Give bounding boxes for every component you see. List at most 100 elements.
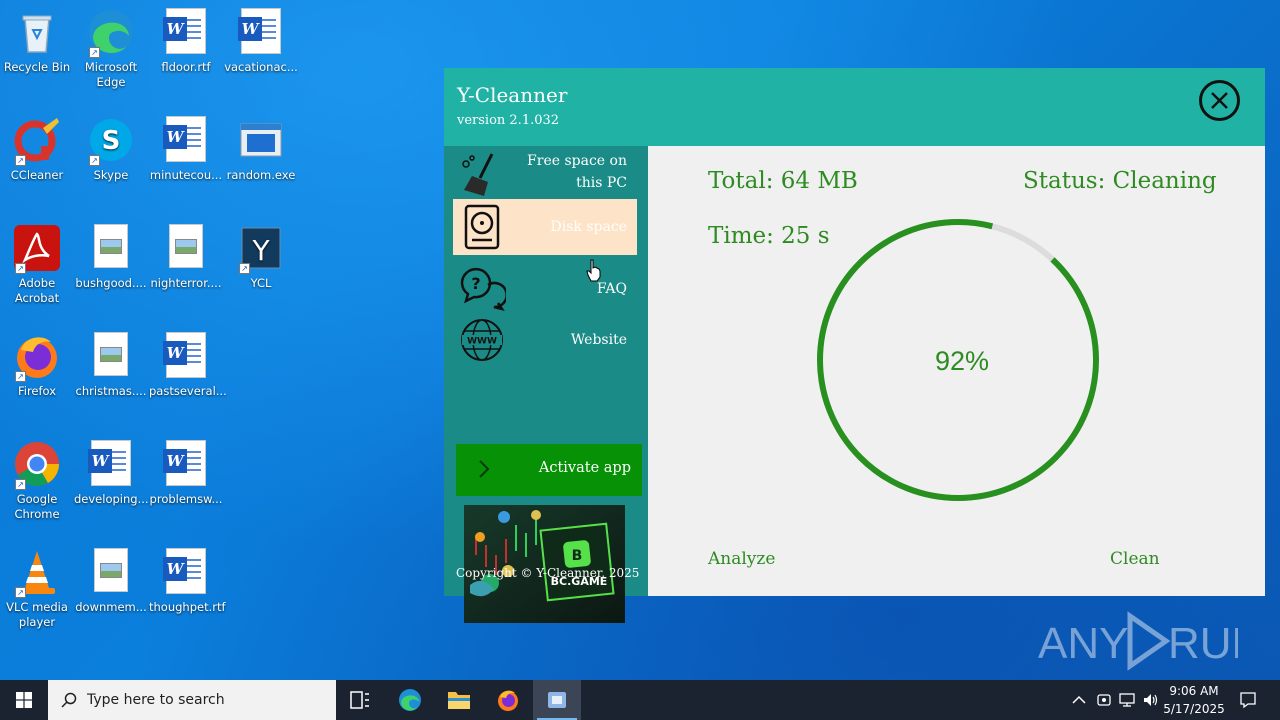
desktop-icon-recycle-bin[interactable]: Recycle Bin <box>0 8 74 75</box>
progress-percent: 92% <box>935 346 990 376</box>
task-view-button[interactable] <box>336 680 384 720</box>
svg-text:B: B <box>572 548 583 564</box>
y-cleanner-window: Y-Cleanner version 2.1.032 Free space on… <box>444 68 1265 623</box>
svg-text:ANY: ANY <box>1038 619 1128 668</box>
desktop-icon-minutecou[interactable]: W minutecou... <box>149 116 223 183</box>
desktop-icon-adobe-acrobat[interactable]: ↗ Adobe Acrobat <box>0 224 74 306</box>
word-document-icon: W <box>237 8 285 56</box>
desktop-icon-google-chrome[interactable]: ↗ Google Chrome <box>0 440 74 522</box>
desktop-icon-skype[interactable]: S ↗ Skype <box>74 116 148 183</box>
sidebar-item-label: Website <box>570 332 627 348</box>
folder-icon <box>448 692 470 709</box>
clock-date[interactable]: 5/17/2025 <box>1162 702 1226 716</box>
desktop-icon-microsoft-edge[interactable]: ↗ Microsoft Edge <box>74 8 148 90</box>
taskbar-firefox-button[interactable] <box>484 680 532 720</box>
chrome-icon: ↗ <box>13 440 61 490</box>
question-bubbles-icon: ? <box>458 263 508 311</box>
taskbar-search-box[interactable]: Type here to search <box>48 680 336 720</box>
app-window-icon <box>548 692 566 708</box>
word-document-icon: W <box>162 548 210 596</box>
sidebar-item-website[interactable]: WWW Website <box>453 312 637 368</box>
desktop-icon-label: CCleaner <box>10 168 64 182</box>
vlc-cone-icon: ↗ <box>13 548 61 598</box>
desktop-icon-downmem[interactable]: downmem... <box>74 548 148 615</box>
desktop-icon-label: YCL <box>250 276 272 290</box>
image-file-icon <box>87 332 135 380</box>
total-size-label: Total: 64 MB <box>708 168 858 194</box>
clean-button[interactable]: Clean <box>1110 549 1160 569</box>
status-label: Status: Cleaning <box>1023 168 1217 194</box>
notifications-icon[interactable] <box>1239 691 1257 709</box>
desktop-icon-label: minutecou... <box>149 168 223 182</box>
shortcut-arrow-icon: ↗ <box>89 155 100 166</box>
word-document-icon: W <box>162 332 210 380</box>
task-view-icon <box>350 691 369 709</box>
chevron-up-icon[interactable] <box>1072 694 1086 706</box>
firefox-icon: ↗ <box>13 332 61 382</box>
recycle-bin-icon <box>13 8 61 56</box>
shortcut-arrow-icon: ↗ <box>239 263 250 274</box>
shortcut-arrow-icon: ↗ <box>15 263 26 274</box>
activate-app-button[interactable]: Activate app <box>456 444 642 496</box>
word-document-icon: W <box>162 116 210 164</box>
network-icon[interactable] <box>1118 692 1136 708</box>
volume-icon[interactable] <box>1142 692 1160 708</box>
app-header: Y-Cleanner version 2.1.032 <box>444 68 1265 146</box>
close-icon <box>1211 92 1228 109</box>
svg-text:RUN: RUN <box>1168 619 1238 668</box>
sidebar-item-disk-space[interactable]: Disk space <box>453 199 637 255</box>
close-button[interactable] <box>1199 80 1240 121</box>
word-document-icon: W <box>162 8 210 56</box>
svg-text:?: ? <box>471 274 480 293</box>
app-title: Y-Cleanner <box>457 83 568 107</box>
desktop-icon-random-exe[interactable]: random.exe <box>224 116 298 183</box>
skype-icon: S ↗ <box>87 116 135 166</box>
acrobat-icon: ↗ <box>13 224 61 274</box>
desktop-icon-label: problemsw... <box>149 492 223 506</box>
edge-icon: ↗ <box>87 8 135 58</box>
desktop-icon-label: fldoor.rtf <box>161 60 211 74</box>
bc-game-ad-banner[interactable]: B BC.GAME <box>464 505 625 623</box>
taskbar: Type here to search 9:06 AM 5/17/2025 <box>0 680 1280 720</box>
desktop-icon-bushgood[interactable]: bushgood.... <box>74 224 148 291</box>
sidebar-item-label: Disk space <box>550 219 627 235</box>
executable-window-icon <box>237 116 285 164</box>
word-document-icon: W <box>162 440 210 488</box>
sidebar: Free space on this PC Disk space ? FAQ W… <box>444 146 648 623</box>
desktop-icon-label: thoughpet.rtf <box>149 600 226 614</box>
meet-now-icon[interactable] <box>1096 692 1112 708</box>
desktop-icon-thoughpet[interactable]: W thoughpet.rtf <box>149 548 226 615</box>
start-button[interactable] <box>0 680 48 720</box>
desktop-icon-pastseveral[interactable]: W pastseveral... <box>149 332 227 399</box>
shortcut-arrow-icon: ↗ <box>15 587 26 598</box>
desktop-icon-vlc[interactable]: ↗ VLC media player <box>0 548 74 630</box>
taskbar-y-cleanner-button[interactable] <box>533 680 581 720</box>
desktop-icon-problemsw[interactable]: W problemsw... <box>149 440 223 507</box>
svg-text:Y: Y <box>251 234 270 267</box>
analyze-button[interactable]: Analyze <box>708 549 775 569</box>
desktop-icon-firefox[interactable]: ↗ Firefox <box>0 332 74 399</box>
desktop-icon-nighterror[interactable]: nighterror.... <box>149 224 223 291</box>
taskbar-file-explorer-button[interactable] <box>435 680 483 720</box>
desktop-icon-christmas[interactable]: christmas.... <box>74 332 148 399</box>
desktop-icon-label: bushgood.... <box>75 276 147 290</box>
desktop-icon-ycl[interactable]: Y ↗ YCL <box>224 224 298 291</box>
desktop-icon-fldoor[interactable]: W fldoor.rtf <box>149 8 223 75</box>
sidebar-item-free-space[interactable]: Free space on this PC <box>453 146 637 202</box>
sidebar-item-faq[interactable]: ? FAQ <box>453 259 637 315</box>
www-globe-icon: WWW <box>458 316 506 364</box>
desktop-icon-ccleaner[interactable]: ↗ CCleaner <box>0 116 74 183</box>
clock-time[interactable]: 9:06 AM <box>1162 684 1226 698</box>
desktop-icon-label: random.exe <box>226 168 296 182</box>
copyright-text: Copyright © Y-Cleanner, 2025 <box>456 566 640 580</box>
desktop-icon-label: nighterror.... <box>150 276 222 290</box>
desktop-icon-label: vacationac... <box>224 60 298 74</box>
taskbar-edge-button[interactable] <box>386 680 434 720</box>
activate-app-label: Activate app <box>538 460 631 476</box>
broom-icon <box>458 150 506 198</box>
desktop-icon-vacationac[interactable]: W vacationac... <box>224 8 298 75</box>
desktop-icon-developing[interactable]: W developing... <box>74 440 149 507</box>
shortcut-arrow-icon: ↗ <box>15 155 26 166</box>
ycl-icon: Y ↗ <box>237 224 285 274</box>
ccleaner-icon: ↗ <box>13 116 61 166</box>
